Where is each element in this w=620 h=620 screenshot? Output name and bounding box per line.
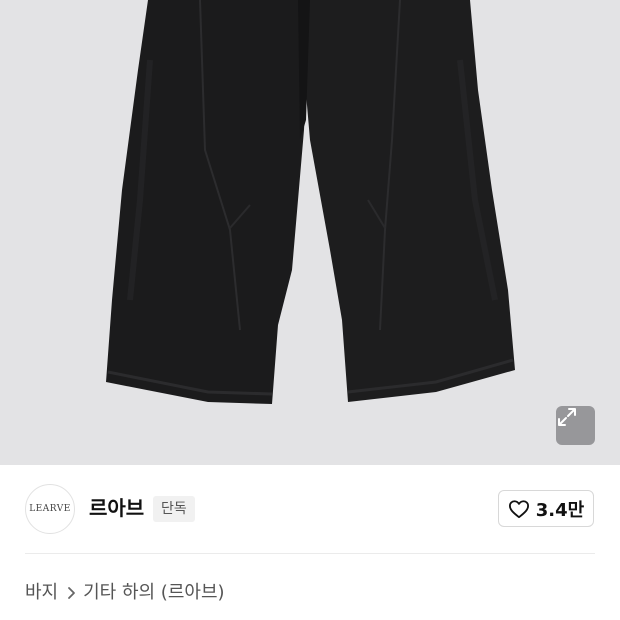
- chevron-right-icon: [67, 586, 76, 600]
- brand-logo-text: LEARVE: [29, 504, 71, 514]
- like-button[interactable]: 3.4만: [498, 490, 594, 527]
- brand-logo[interactable]: LEARVE: [25, 484, 75, 534]
- like-count: 3.4만: [535, 499, 585, 521]
- divider: [25, 553, 595, 554]
- pants-photo: [106, 0, 515, 404]
- brand-name[interactable]: 르아브: [89, 495, 144, 521]
- breadcrumb-item-subcategory[interactable]: 기타 하의 (르아브): [83, 580, 224, 606]
- heart-icon: [508, 499, 529, 518]
- product-page: LEARVE 르아브 단독 3.4만 바지 기타 하의 (르아브): [0, 0, 620, 620]
- brand-row: LEARVE 르아브 단독 3.4만: [0, 465, 620, 555]
- breadcrumb: 바지 기타 하의 (르아브): [25, 580, 225, 606]
- expand-icon: [558, 408, 576, 426]
- breadcrumb-item-category[interactable]: 바지: [25, 580, 58, 606]
- expand-image-button[interactable]: [556, 406, 595, 445]
- product-image[interactable]: [0, 0, 620, 465]
- exclusive-badge: 단독: [153, 496, 195, 522]
